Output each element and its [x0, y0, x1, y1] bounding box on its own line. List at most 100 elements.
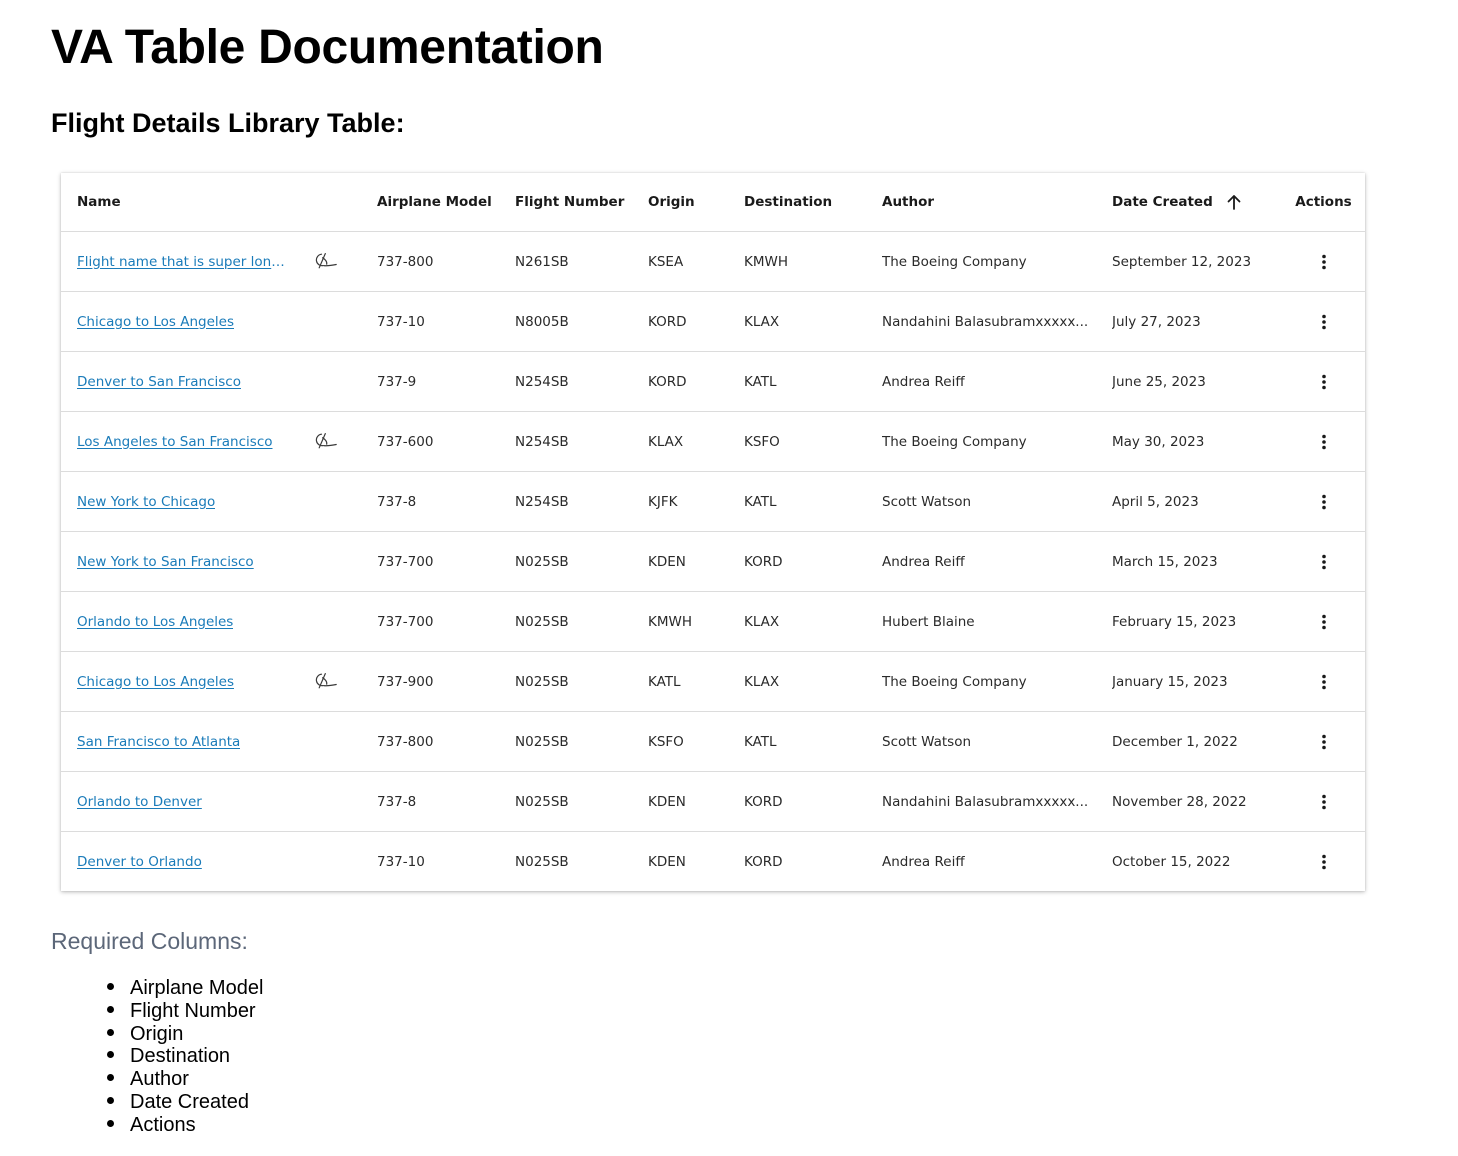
flight-name-link[interactable]: Orlando to Denver [77, 794, 202, 810]
cell-origin: KDEN [648, 831, 744, 891]
more-vertical-icon[interactable] [1314, 312, 1334, 332]
cell-name: Denver to Orlando [61, 831, 377, 891]
cell-actions [1282, 351, 1365, 412]
cell-destination: KLAX [744, 291, 882, 352]
cell-airplane-model: 737-10 [377, 831, 515, 891]
flight-name-link[interactable]: Denver to San Francisco [77, 374, 241, 390]
cell-flight-number: N025SB [515, 831, 648, 891]
more-vertical-icon[interactable] [1314, 852, 1334, 872]
cell-author: Hubert Blaine [882, 591, 1112, 652]
cell-destination: KLAX [744, 651, 882, 712]
cell-flight-number: N254SB [515, 471, 648, 532]
cell-author: Andrea Reiff [882, 831, 1112, 891]
cell-author: Scott Watson [882, 711, 1112, 772]
required-columns-list: Airplane Model Flight Number Origin Destina… [106, 977, 263, 1137]
table-row: New York to Chicago 737-8 N254SB KJFK KATL Sc… [61, 471, 1365, 532]
cell-date-created: December 1, 2022 [1112, 711, 1282, 772]
cell-name: New York to Chicago [61, 471, 377, 532]
table-row: Denver to Orlando 737-10 N025SB KDEN KORD And… [61, 831, 1365, 891]
flight-name-link[interactable]: New York to San Francisco [77, 554, 254, 570]
more-vertical-icon[interactable] [1314, 372, 1334, 392]
cell-date-created: February 15, 2023 [1112, 591, 1282, 652]
column-header-airplane-model[interactable]: Airplane Model [377, 173, 515, 232]
table-row: Orlando to Los Angeles 737-700 N025SB KMWH K… [61, 591, 1365, 652]
boeing-logo-icon [314, 252, 338, 270]
more-vertical-icon[interactable] [1314, 552, 1334, 572]
required-column-item: Actions [106, 1114, 263, 1137]
cell-destination: KATL [744, 471, 882, 532]
cell-actions [1282, 711, 1365, 772]
cell-name: Orlando to Denver [61, 771, 377, 832]
flight-name-link[interactable]: Denver to Orlando [77, 854, 202, 870]
cell-name: Chicago to Los Angeles [61, 291, 377, 352]
section-title: Flight Details Library Table: [51, 108, 405, 138]
flight-details-table: Name Airplane Model Flight Number Origin… [61, 173, 1365, 891]
more-vertical-icon[interactable] [1314, 492, 1334, 512]
flight-name-link[interactable]: San Francisco to Atlanta [77, 734, 240, 750]
boeing-logo-icon [314, 672, 338, 690]
required-column-item: Flight Number [106, 1000, 263, 1023]
column-header-author[interactable]: Author [882, 173, 1112, 232]
cell-origin: KJFK [648, 471, 744, 532]
cell-flight-number: N025SB [515, 771, 648, 832]
cell-author: The Boeing Company [882, 651, 1112, 712]
table-row: Denver to San Francisco 737-9 N254SB KORD KA… [61, 351, 1365, 412]
cell-flight-number: N025SB [515, 531, 648, 592]
arrow-up-icon[interactable] [1227, 194, 1241, 210]
cell-origin: KSEA [648, 231, 744, 292]
column-header-flight-number[interactable]: Flight Number [515, 173, 648, 232]
cell-actions [1282, 651, 1365, 712]
cell-origin: KORD [648, 351, 744, 412]
table-row: Flight name that is super long... 737-800… [61, 231, 1365, 292]
cell-date-created: May 30, 2023 [1112, 411, 1282, 472]
flight-name-link[interactable]: Orlando to Los Angeles [77, 614, 233, 630]
cell-destination: KORD [744, 771, 882, 832]
cell-author: The Boeing Company [882, 411, 1112, 472]
flight-name-link[interactable]: Los Angeles to San Francisco [77, 434, 273, 450]
cell-airplane-model: 737-9 [377, 351, 515, 412]
cell-flight-number: N8005B [515, 291, 648, 352]
more-vertical-icon[interactable] [1314, 792, 1334, 812]
flight-name-link[interactable]: Chicago to Los Angeles [77, 674, 234, 690]
column-header-destination[interactable]: Destination [744, 173, 882, 232]
cell-name: New York to San Francisco [61, 531, 377, 592]
cell-author: Andrea Reiff [882, 351, 1112, 412]
cell-flight-number: N025SB [515, 651, 648, 712]
cell-airplane-model: 737-700 [377, 531, 515, 592]
cell-origin: KDEN [648, 531, 744, 592]
cell-destination: KLAX [744, 591, 882, 652]
cell-author: Scott Watson [882, 471, 1112, 532]
more-vertical-icon[interactable] [1314, 612, 1334, 632]
cell-date-created: September 12, 2023 [1112, 231, 1282, 292]
column-header-name[interactable]: Name [61, 173, 377, 232]
column-header-date-created-label: Date Created [1112, 194, 1213, 210]
more-vertical-icon[interactable] [1314, 732, 1334, 752]
column-header-origin[interactable]: Origin [648, 173, 744, 232]
cell-name: Chicago to Los Angeles [61, 651, 377, 712]
flight-name-link[interactable]: New York to Chicago [77, 494, 215, 510]
cell-author: Andrea Reiff [882, 531, 1112, 592]
cell-airplane-model: 737-800 [377, 231, 515, 292]
more-vertical-icon[interactable] [1314, 252, 1334, 272]
cell-destination: KORD [744, 831, 882, 891]
table-row: Orlando to Denver 737-8 N025SB KDEN KORD Nand… [61, 771, 1365, 832]
cell-airplane-model: 737-800 [377, 711, 515, 772]
cell-origin: KDEN [648, 771, 744, 832]
cell-name: Los Angeles to San Francisco [61, 411, 377, 472]
cell-actions [1282, 231, 1365, 292]
flight-name-link[interactable]: Flight name that is super long... [77, 254, 285, 270]
more-vertical-icon[interactable] [1314, 672, 1334, 692]
cell-airplane-model: 737-900 [377, 651, 515, 712]
table-row: Chicago to Los Angeles 737-10 N8005B KORD KL… [61, 291, 1365, 352]
flight-name-link[interactable]: Chicago to Los Angeles [77, 314, 234, 330]
column-header-date-created[interactable]: Date Created [1112, 173, 1282, 232]
required-columns-title: Required Columns: [51, 928, 248, 954]
cell-date-created: January 15, 2023 [1112, 651, 1282, 712]
required-column-item: Destination [106, 1045, 263, 1068]
cell-flight-number: N025SB [515, 591, 648, 652]
cell-airplane-model: 737-700 [377, 591, 515, 652]
more-vertical-icon[interactable] [1314, 432, 1334, 452]
column-header-actions: Actions [1295, 194, 1352, 210]
cell-actions [1282, 771, 1365, 832]
required-column-item: Author [106, 1068, 263, 1091]
